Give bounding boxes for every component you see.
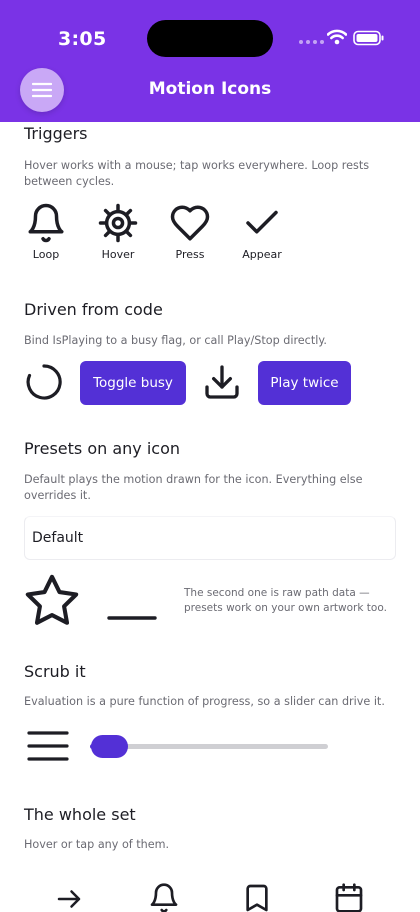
bell-icon xyxy=(28,203,64,243)
whole-set-description: Hover or tap any of them. xyxy=(24,838,170,851)
status-time: 3:05 xyxy=(58,28,107,50)
download-icon[interactable] xyxy=(202,362,242,402)
signal-dots-icon xyxy=(299,40,324,44)
section-title-whole-set: The whole set xyxy=(24,805,136,824)
trigger-label: Press xyxy=(175,248,205,261)
play-twice-button[interactable]: Play twice xyxy=(258,361,351,405)
trigger-item-hover[interactable]: Hover xyxy=(88,202,148,261)
check-icon xyxy=(246,210,278,234)
bell-icon[interactable] xyxy=(148,882,180,912)
trigger-label: Hover xyxy=(101,248,135,261)
section-title-scrub: Scrub it xyxy=(24,662,86,681)
trigger-label: Appear xyxy=(242,248,282,261)
gear-icon xyxy=(98,203,138,243)
dynamic-island xyxy=(147,20,273,57)
section-title-driven: Driven from code xyxy=(24,300,163,319)
calendar-icon[interactable] xyxy=(333,882,365,912)
section-title-presets: Presets on any icon xyxy=(24,439,180,458)
page-title: Motion Icons xyxy=(148,79,272,99)
raw-path-icon[interactable] xyxy=(106,612,158,624)
section-title-triggers: Triggers xyxy=(24,124,88,143)
trigger-label: Loop xyxy=(32,248,60,261)
heart-icon xyxy=(170,205,210,241)
presets-note: The second one is raw path data — preset… xyxy=(184,587,387,614)
scrub-description: Evaluation is a pure function of progres… xyxy=(24,695,385,708)
bookmark-icon[interactable] xyxy=(241,882,273,912)
triggers-description: Hover works with a mouse; tap works ever… xyxy=(24,159,370,188)
presets-description: Default plays the motion drawn for the i… xyxy=(24,473,363,502)
trigger-item-press[interactable]: Press xyxy=(160,202,220,261)
toggle-busy-button[interactable]: Toggle busy xyxy=(80,361,186,405)
driven-description: Bind IsPlaying to a busy flag, or call P… xyxy=(24,334,327,347)
arrow-right-icon[interactable] xyxy=(54,884,84,912)
menu-lines-icon xyxy=(27,731,69,761)
trigger-item-loop[interactable]: Loop xyxy=(16,202,76,261)
spinner-icon xyxy=(26,364,62,400)
scrub-slider-thumb[interactable] xyxy=(90,735,128,758)
preset-select[interactable]: Default xyxy=(24,516,396,560)
wifi-icon xyxy=(327,29,347,45)
star-icon[interactable] xyxy=(23,572,81,630)
trigger-item-appear[interactable]: Appear xyxy=(232,202,292,261)
app-header: 3:05 Motion Icons xyxy=(0,0,420,122)
battery-icon xyxy=(353,30,384,46)
